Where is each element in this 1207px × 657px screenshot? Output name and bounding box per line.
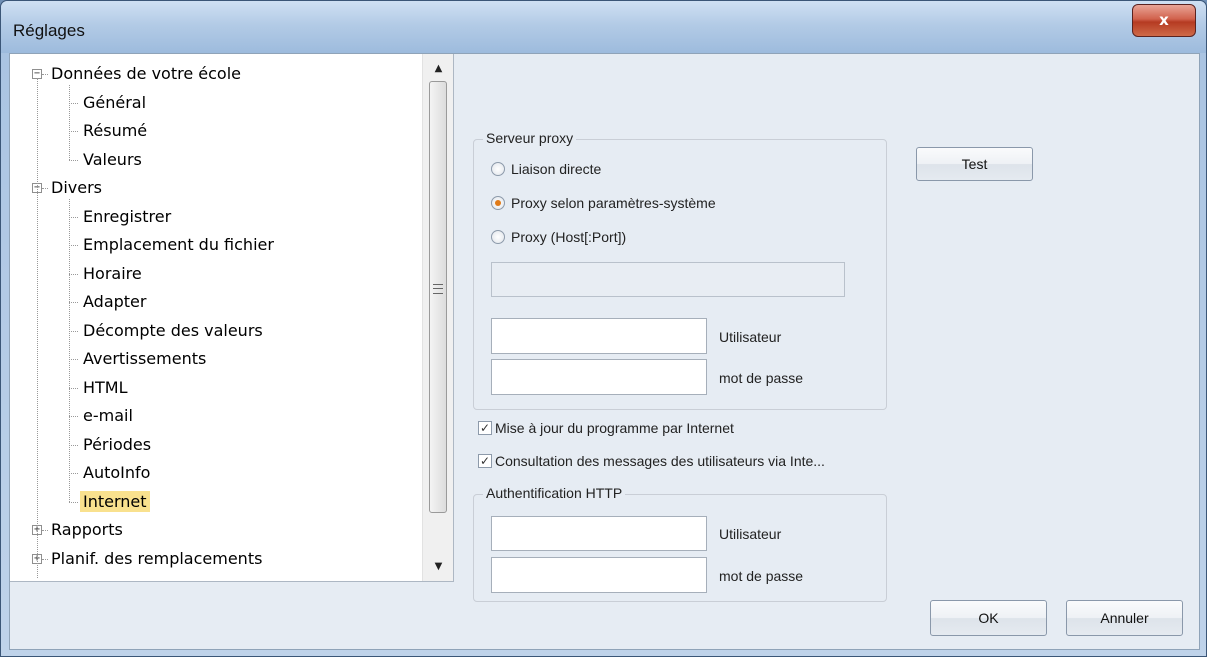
tree-connector [69, 388, 78, 389]
proxy-host-input[interactable] [491, 262, 845, 297]
tree-connector [69, 445, 78, 446]
tree-node-label: Résumé [83, 121, 148, 140]
tree-node[interactable]: Internet [80, 488, 150, 516]
tree-node-label: e-mail [83, 406, 133, 425]
tree-node[interactable]: AutoInfo [80, 459, 153, 487]
tree-connector [69, 85, 70, 160]
radio-custom-proxy-icon[interactable] [491, 230, 505, 244]
proxy-user-input[interactable] [491, 318, 707, 354]
tree-node[interactable]: Planif. des remplacements [48, 545, 265, 573]
test-button[interactable]: Test [916, 147, 1033, 181]
tree-node[interactable]: Horaire [80, 260, 145, 288]
tree-node[interactable]: Rapports [48, 516, 126, 544]
tree-node[interactable]: Adapter [80, 288, 149, 316]
http-user-label: Utilisateur [719, 526, 782, 542]
tree-connector [69, 217, 78, 218]
scroll-down-icon[interactable]: ▼ [423, 554, 453, 579]
tree-node[interactable]: Résumé [80, 117, 150, 145]
dialog-body: − Données de votre école Général Résumé Vale… [9, 53, 1200, 650]
ok-button[interactable]: OK [930, 600, 1047, 636]
http-user-input[interactable] [491, 516, 707, 551]
tree-node-label: HTML [83, 378, 128, 397]
tree-node-label: Enregistrer [83, 207, 172, 226]
tree-node[interactable]: Valeurs [80, 146, 145, 174]
tree-connector [69, 359, 78, 360]
http-auth-group-title: Authentification HTTP [483, 485, 626, 501]
proxy-password-label: mot de passe [719, 370, 804, 386]
tree-node-label: Avertissements [83, 349, 207, 368]
tree-node-label: Général [83, 93, 147, 112]
tree-connector [69, 103, 78, 104]
tree-node-label: AutoInfo [83, 463, 151, 482]
tree-node[interactable]: Décompte des valeurs [80, 317, 266, 345]
check-user-messages-label: Consultation des messages des utilisateu… [495, 453, 825, 469]
radio-system-proxy-label: Proxy selon paramètres-système [511, 195, 716, 211]
tree-scrollbar[interactable]: ▲ ▼ [422, 54, 453, 581]
tree-node[interactable]: Enregistrer [80, 203, 174, 231]
check-update-internet-box[interactable]: ✓ [478, 421, 492, 435]
tree-node-label: Valeurs [83, 150, 142, 169]
tree-node[interactable]: HTML [80, 374, 131, 402]
tree-connector [69, 274, 78, 275]
tree-connector [69, 473, 78, 474]
tree-node[interactable]: Avertissements [80, 345, 209, 373]
proxy-user-label: Utilisateur [719, 329, 782, 345]
radio-direct-label: Liaison directe [511, 161, 602, 177]
http-password-label: mot de passe [719, 568, 804, 584]
settings-window: Réglages x − Données de votre école Généra… [0, 0, 1207, 657]
tree-node[interactable]: Emplacement du fichier [80, 231, 277, 259]
http-password-input[interactable] [491, 557, 707, 593]
check-user-messages-box[interactable]: ✓ [478, 454, 492, 468]
tree-connector [69, 245, 78, 246]
tree-node[interactable]: Périodes [80, 431, 154, 459]
scroll-up-icon[interactable]: ▲ [423, 56, 453, 81]
tree-node-label: Rapports [51, 520, 123, 539]
tree-node-label: Divers [51, 178, 102, 197]
tree-connector [69, 502, 78, 503]
tree-connector [69, 199, 70, 502]
close-icon: x [1159, 11, 1169, 29]
check-update-internet-label: Mise à jour du programme par Internet [495, 420, 734, 436]
tree-node-label: Emplacement du fichier [83, 235, 274, 254]
scroll-thumb[interactable] [429, 81, 447, 513]
tree-node-label: Internet [80, 491, 150, 512]
settings-tree[interactable]: − Données de votre école Général Résumé Vale… [10, 54, 454, 582]
proxy-password-input[interactable] [491, 359, 707, 395]
tree-node-label: Périodes [83, 435, 152, 454]
tree-node-label: Décompte des valeurs [83, 321, 263, 340]
tree-connector [37, 78, 38, 578]
tree-node-label: Horaire [83, 264, 142, 283]
tree-node[interactable]: Général [80, 89, 149, 117]
close-button[interactable]: x [1132, 4, 1196, 37]
tree-connector [69, 331, 78, 332]
tree-node-label: Données de votre école [51, 64, 241, 83]
radio-system-proxy-icon[interactable] [491, 196, 505, 210]
tree-connector [69, 160, 78, 161]
tree-connector [69, 131, 78, 132]
tree-connector [69, 416, 78, 417]
tree-node[interactable]: Divers [48, 174, 105, 202]
tree-node-label: Adapter [83, 292, 147, 311]
cancel-button[interactable]: Annuler [1066, 600, 1183, 636]
scroll-grip-icon [433, 284, 443, 294]
radio-custom-proxy-label: Proxy (Host[:Port]) [511, 229, 627, 245]
tree-node[interactable]: Données de votre école [48, 60, 244, 88]
tree-connector [69, 302, 78, 303]
tree-node-label: Planif. des remplacements [51, 549, 263, 568]
proxy-group-title: Serveur proxy [483, 130, 577, 146]
tree-node[interactable]: e-mail [80, 402, 136, 430]
radio-direct-icon[interactable] [491, 162, 505, 176]
window-title: Réglages [13, 21, 85, 40]
title-bar[interactable]: Réglages x [1, 1, 1206, 53]
